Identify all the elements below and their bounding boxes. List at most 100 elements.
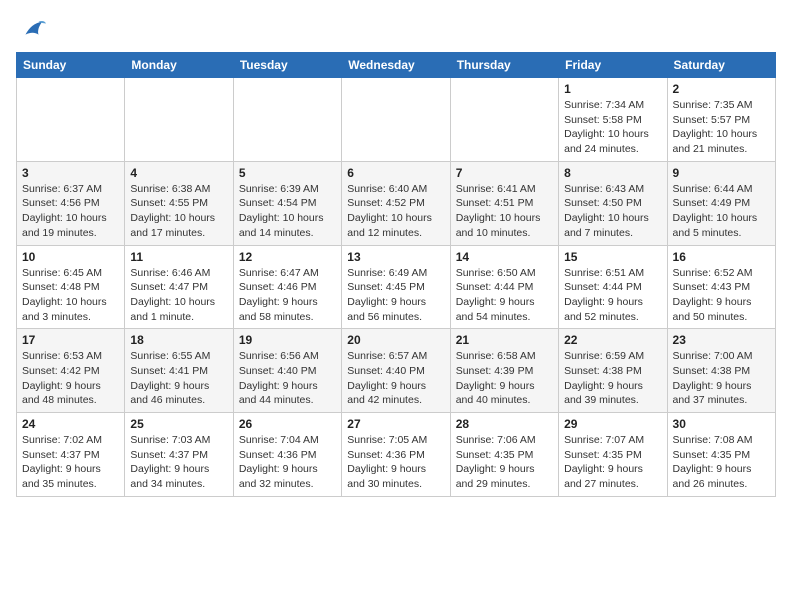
calendar-cell-4-7: 23 Sunrise: 7:00 AMSunset: 4:38 PMDayligh… bbox=[667, 329, 775, 413]
day-number: 22 bbox=[564, 333, 661, 347]
day-number: 12 bbox=[239, 250, 336, 264]
day-number: 8 bbox=[564, 166, 661, 180]
day-number: 7 bbox=[456, 166, 553, 180]
calendar-cell-4-5: 21Sunrise: 6:58 AMSunset: 4:39 PMDayligh… bbox=[450, 329, 558, 413]
logo bbox=[16, 16, 46, 44]
day-number: 10 bbox=[22, 250, 119, 264]
calendar-cell-3-4: 13 Sunrise: 6:49 AMSunset: 4:45 PMDayligh… bbox=[342, 245, 450, 329]
calendar-header-sunday: Sunday bbox=[17, 53, 125, 78]
day-info: Sunrise: 7:05 AMSunset: 4:36 PMDaylight:… bbox=[347, 433, 444, 492]
calendar-cell-1-7: 2Sunrise: 7:35 AMSunset: 5:57 PMDaylight… bbox=[667, 78, 775, 162]
calendar-cell-2-2: 4 Sunrise: 6:38 AMSunset: 4:55 PMDaylight… bbox=[125, 161, 233, 245]
calendar-week-5: 24 Sunrise: 7:02 AMSunset: 4:37 PMDayligh… bbox=[17, 413, 776, 497]
day-number: 26 bbox=[239, 417, 336, 431]
day-info: Sunrise: 6:53 AMSunset: 4:42 PMDaylight:… bbox=[22, 349, 119, 408]
calendar-header-monday: Monday bbox=[125, 53, 233, 78]
day-number: 4 bbox=[130, 166, 227, 180]
day-number: 15 bbox=[564, 250, 661, 264]
calendar-header-thursday: Thursday bbox=[450, 53, 558, 78]
calendar-cell-2-4: 6 Sunrise: 6:40 AMSunset: 4:52 PMDaylight… bbox=[342, 161, 450, 245]
day-info: Sunrise: 6:47 AMSunset: 4:46 PMDaylight:… bbox=[239, 266, 336, 325]
day-number: 13 bbox=[347, 250, 444, 264]
calendar-cell-3-5: 14 Sunrise: 6:50 AMSunset: 4:44 PMDayligh… bbox=[450, 245, 558, 329]
calendar-cell-5-2: 25 Sunrise: 7:03 AMSunset: 4:37 PMDayligh… bbox=[125, 413, 233, 497]
day-info: Sunrise: 6:51 AMSunset: 4:44 PMDaylight:… bbox=[564, 266, 661, 325]
day-info: Sunrise: 7:34 AMSunset: 5:58 PMDaylight:… bbox=[564, 98, 661, 157]
day-info: Sunrise: 6:41 AMSunset: 4:51 PMDaylight:… bbox=[456, 182, 553, 241]
day-info: Sunrise: 6:52 AMSunset: 4:43 PMDaylight:… bbox=[673, 266, 770, 325]
calendar-week-1: 1 Sunrise: 7:34 AMSunset: 5:58 PMDaylight… bbox=[17, 78, 776, 162]
calendar-cell-4-4: 20 Sunrise: 6:57 AMSunset: 4:40 PMDayligh… bbox=[342, 329, 450, 413]
calendar-week-2: 3 Sunrise: 6:37 AMSunset: 4:56 PMDaylight… bbox=[17, 161, 776, 245]
calendar-cell-1-6: 1 Sunrise: 7:34 AMSunset: 5:58 PMDaylight… bbox=[559, 78, 667, 162]
day-info: Sunrise: 7:03 AMSunset: 4:37 PMDaylight:… bbox=[130, 433, 227, 492]
logo-bird-icon bbox=[18, 16, 46, 44]
day-info: Sunrise: 7:02 AMSunset: 4:37 PMDaylight:… bbox=[22, 433, 119, 492]
day-info: Sunrise: 6:49 AMSunset: 4:45 PMDaylight:… bbox=[347, 266, 444, 325]
calendar-cell-1-4 bbox=[342, 78, 450, 162]
calendar-cell-3-2: 11 Sunrise: 6:46 AMSunset: 4:47 PMDayligh… bbox=[125, 245, 233, 329]
day-info: Sunrise: 7:06 AMSunset: 4:35 PMDaylight:… bbox=[456, 433, 553, 492]
calendar-header-row: SundayMondayTuesdayWednesdayThursdayFrid… bbox=[17, 53, 776, 78]
calendar-header-saturday: Saturday bbox=[667, 53, 775, 78]
day-info: Sunrise: 6:40 AMSunset: 4:52 PMDaylight:… bbox=[347, 182, 444, 241]
calendar-cell-4-1: 17 Sunrise: 6:53 AMSunset: 4:42 PMDayligh… bbox=[17, 329, 125, 413]
calendar-table: SundayMondayTuesdayWednesdayThursdayFrid… bbox=[16, 52, 776, 497]
calendar-cell-3-7: 16 Sunrise: 6:52 AMSunset: 4:43 PMDayligh… bbox=[667, 245, 775, 329]
day-number: 1 bbox=[564, 82, 661, 96]
day-number: 29 bbox=[564, 417, 661, 431]
day-info: Sunrise: 6:57 AMSunset: 4:40 PMDaylight:… bbox=[347, 349, 444, 408]
day-number: 11 bbox=[130, 250, 227, 264]
calendar-cell-5-1: 24 Sunrise: 7:02 AMSunset: 4:37 PMDayligh… bbox=[17, 413, 125, 497]
calendar-cell-3-1: 10Sunrise: 6:45 AMSunset: 4:48 PMDayligh… bbox=[17, 245, 125, 329]
calendar-cell-5-3: 26 Sunrise: 7:04 AMSunset: 4:36 PMDayligh… bbox=[233, 413, 341, 497]
calendar-cell-5-7: 30Sunrise: 7:08 AMSunset: 4:35 PMDayligh… bbox=[667, 413, 775, 497]
calendar-week-3: 10Sunrise: 6:45 AMSunset: 4:48 PMDayligh… bbox=[17, 245, 776, 329]
calendar-cell-1-1 bbox=[17, 78, 125, 162]
calendar-cell-4-3: 19Sunrise: 6:56 AMSunset: 4:40 PMDayligh… bbox=[233, 329, 341, 413]
day-info: Sunrise: 6:38 AMSunset: 4:55 PMDaylight:… bbox=[130, 182, 227, 241]
day-number: 28 bbox=[456, 417, 553, 431]
day-number: 3 bbox=[22, 166, 119, 180]
calendar-cell-4-6: 22 Sunrise: 6:59 AMSunset: 4:38 PMDayligh… bbox=[559, 329, 667, 413]
calendar-week-4: 17 Sunrise: 6:53 AMSunset: 4:42 PMDayligh… bbox=[17, 329, 776, 413]
calendar-cell-2-1: 3 Sunrise: 6:37 AMSunset: 4:56 PMDaylight… bbox=[17, 161, 125, 245]
calendar-cell-5-5: 28 Sunrise: 7:06 AMSunset: 4:35 PMDayligh… bbox=[450, 413, 558, 497]
day-info: Sunrise: 6:37 AMSunset: 4:56 PMDaylight:… bbox=[22, 182, 119, 241]
day-number: 14 bbox=[456, 250, 553, 264]
day-info: Sunrise: 6:56 AMSunset: 4:40 PMDaylight:… bbox=[239, 349, 336, 408]
day-number: 17 bbox=[22, 333, 119, 347]
calendar-cell-2-7: 9Sunrise: 6:44 AMSunset: 4:49 PMDaylight… bbox=[667, 161, 775, 245]
calendar-header-wednesday: Wednesday bbox=[342, 53, 450, 78]
calendar-cell-2-3: 5Sunrise: 6:39 AMSunset: 4:54 PMDaylight… bbox=[233, 161, 341, 245]
calendar-cell-2-5: 7 Sunrise: 6:41 AMSunset: 4:51 PMDaylight… bbox=[450, 161, 558, 245]
day-number: 2 bbox=[673, 82, 770, 96]
day-number: 18 bbox=[130, 333, 227, 347]
calendar-header-tuesday: Tuesday bbox=[233, 53, 341, 78]
day-number: 6 bbox=[347, 166, 444, 180]
day-info: Sunrise: 7:07 AMSunset: 4:35 PMDaylight:… bbox=[564, 433, 661, 492]
calendar-header-friday: Friday bbox=[559, 53, 667, 78]
day-number: 25 bbox=[130, 417, 227, 431]
day-number: 16 bbox=[673, 250, 770, 264]
day-info: Sunrise: 6:46 AMSunset: 4:47 PMDaylight:… bbox=[130, 266, 227, 325]
calendar-cell-1-5 bbox=[450, 78, 558, 162]
day-number: 20 bbox=[347, 333, 444, 347]
day-info: Sunrise: 6:43 AMSunset: 4:50 PMDaylight:… bbox=[564, 182, 661, 241]
day-info: Sunrise: 6:50 AMSunset: 4:44 PMDaylight:… bbox=[456, 266, 553, 325]
calendar-cell-3-3: 12 Sunrise: 6:47 AMSunset: 4:46 PMDayligh… bbox=[233, 245, 341, 329]
day-number: 27 bbox=[347, 417, 444, 431]
day-info: Sunrise: 7:04 AMSunset: 4:36 PMDaylight:… bbox=[239, 433, 336, 492]
day-info: Sunrise: 6:55 AMSunset: 4:41 PMDaylight:… bbox=[130, 349, 227, 408]
calendar-cell-3-6: 15 Sunrise: 6:51 AMSunset: 4:44 PMDayligh… bbox=[559, 245, 667, 329]
page-header bbox=[16, 16, 776, 44]
day-info: Sunrise: 6:39 AMSunset: 4:54 PMDaylight:… bbox=[239, 182, 336, 241]
day-number: 9 bbox=[673, 166, 770, 180]
calendar-cell-4-2: 18 Sunrise: 6:55 AMSunset: 4:41 PMDayligh… bbox=[125, 329, 233, 413]
calendar-cell-5-6: 29 Sunrise: 7:07 AMSunset: 4:35 PMDayligh… bbox=[559, 413, 667, 497]
day-number: 24 bbox=[22, 417, 119, 431]
day-info: Sunrise: 6:59 AMSunset: 4:38 PMDaylight:… bbox=[564, 349, 661, 408]
day-info: Sunrise: 7:00 AMSunset: 4:38 PMDaylight:… bbox=[673, 349, 770, 408]
day-number: 23 bbox=[673, 333, 770, 347]
calendar-cell-1-2 bbox=[125, 78, 233, 162]
